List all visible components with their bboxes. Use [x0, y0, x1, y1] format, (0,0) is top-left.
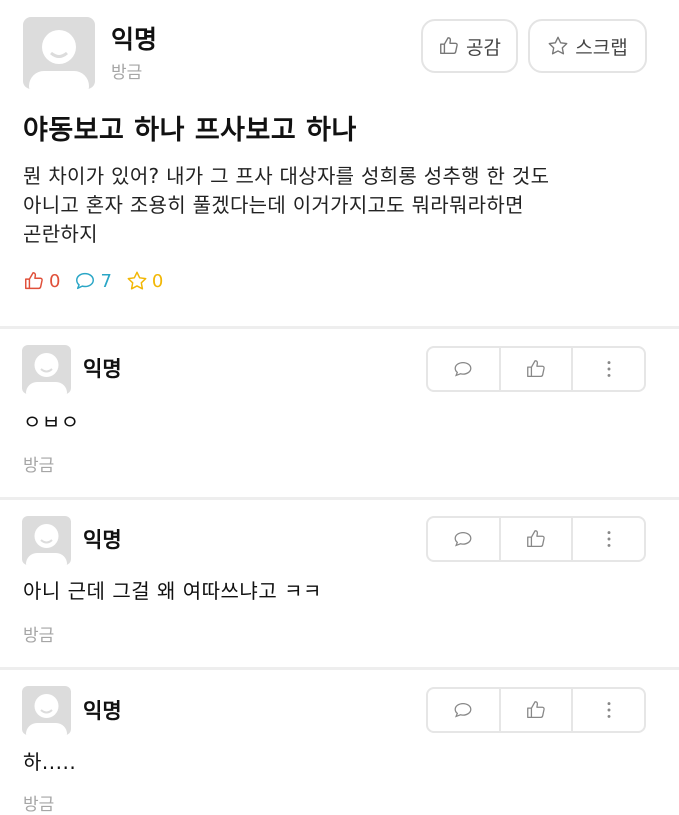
comment-time: 방금	[23, 795, 55, 815]
comment-actions	[426, 516, 646, 562]
thumbs-up-icon	[527, 360, 545, 377]
reply-button[interactable]	[428, 518, 499, 560]
post-time: 방금	[111, 63, 143, 83]
post-body-line: 뭔 차이가 있어? 내가 그 프사 대상자를 성희롱 성추행 한 것도	[23, 164, 550, 188]
like-comment-button[interactable]	[498, 689, 572, 731]
scrap-button[interactable]: 스크랩	[528, 19, 647, 73]
default-avatar-icon	[29, 30, 89, 89]
comment-author[interactable]: 익명	[83, 695, 122, 725]
reply-button[interactable]	[428, 689, 499, 731]
scrap-label: 스크랩	[575, 36, 628, 59]
post-body-line: 아니고 혼자 조용히 풀겠다는데 이거가지고도 뭐라뭐라하면	[23, 193, 524, 217]
default-avatar-icon	[26, 524, 67, 565]
default-avatar-icon	[26, 353, 67, 394]
comment-actions	[426, 687, 646, 733]
more-vertical-icon	[607, 531, 611, 547]
post: 익명 방금 공감 스크랩 야동보고 하나 프사보고 하나 뭔 차이가 있어? 내…	[0, 0, 679, 326]
star-icon	[548, 36, 568, 55]
post-body: 뭔 차이가 있어? 내가 그 프사 대상자를 성희롱 성추행 한 것도 아니고 …	[23, 162, 653, 249]
star-icon	[127, 271, 147, 290]
comment-count-value: 7	[100, 270, 112, 292]
post-title: 야동보고 하나 프사보고 하나	[23, 115, 357, 146]
more-options-button[interactable]	[571, 689, 644, 731]
more-vertical-icon	[607, 361, 611, 377]
scrap-count-value: 0	[151, 270, 164, 292]
comment-text: 아니 근데 그걸 왜 여따쓰냐고 ㅋㅋ	[23, 579, 322, 603]
speech-bubble-icon	[76, 272, 95, 290]
speech-bubble-icon	[454, 531, 472, 547]
like-count: 0	[23, 270, 60, 292]
speech-bubble-icon	[454, 702, 472, 718]
like-count-value: 0	[49, 270, 61, 292]
default-avatar-icon	[26, 694, 67, 735]
comment-avatar[interactable]	[22, 345, 71, 394]
like-comment-button[interactable]	[498, 348, 572, 390]
thumbs-up-icon	[527, 701, 545, 718]
speech-bubble-icon	[454, 361, 472, 377]
scrap-count: 0	[126, 270, 163, 292]
comment-time: 방금	[23, 456, 55, 476]
more-options-button[interactable]	[571, 348, 644, 390]
comment-avatar[interactable]	[22, 516, 71, 565]
like-comment-button[interactable]	[498, 518, 572, 560]
comment-text: ㅇㅂㅇ	[23, 410, 80, 434]
comment-time: 방금	[23, 626, 55, 646]
author-avatar[interactable]	[23, 17, 95, 89]
thumbs-up-icon	[440, 37, 458, 55]
comment-avatar[interactable]	[22, 686, 71, 735]
comment-author[interactable]: 익명	[83, 353, 122, 383]
reply-button[interactable]	[428, 348, 499, 390]
comment-author[interactable]: 익명	[83, 524, 122, 554]
comment-item: 익명 ㅇㅂㅇ 방금	[0, 329, 679, 497]
comment-count: 7	[74, 270, 112, 292]
empathy-label: 공감	[466, 36, 501, 59]
post-body-line: 곤란하지	[23, 222, 98, 246]
thumbs-up-icon	[527, 530, 545, 547]
post-stats: 0 7 0	[23, 270, 163, 292]
more-vertical-icon	[607, 702, 611, 718]
comment-text: 하.....	[23, 750, 77, 774]
comment-item: 익명 아니 근데 그걸 왜 여따쓰냐고 ㅋㅋ 방금	[0, 500, 679, 668]
post-author[interactable]: 익명	[111, 20, 157, 56]
more-options-button[interactable]	[571, 518, 644, 560]
comment-actions	[426, 346, 646, 392]
comment-item: 익명 하..... 방금	[0, 670, 679, 815]
thumbs-up-icon	[25, 272, 43, 290]
empathy-button[interactable]: 공감	[421, 19, 518, 73]
